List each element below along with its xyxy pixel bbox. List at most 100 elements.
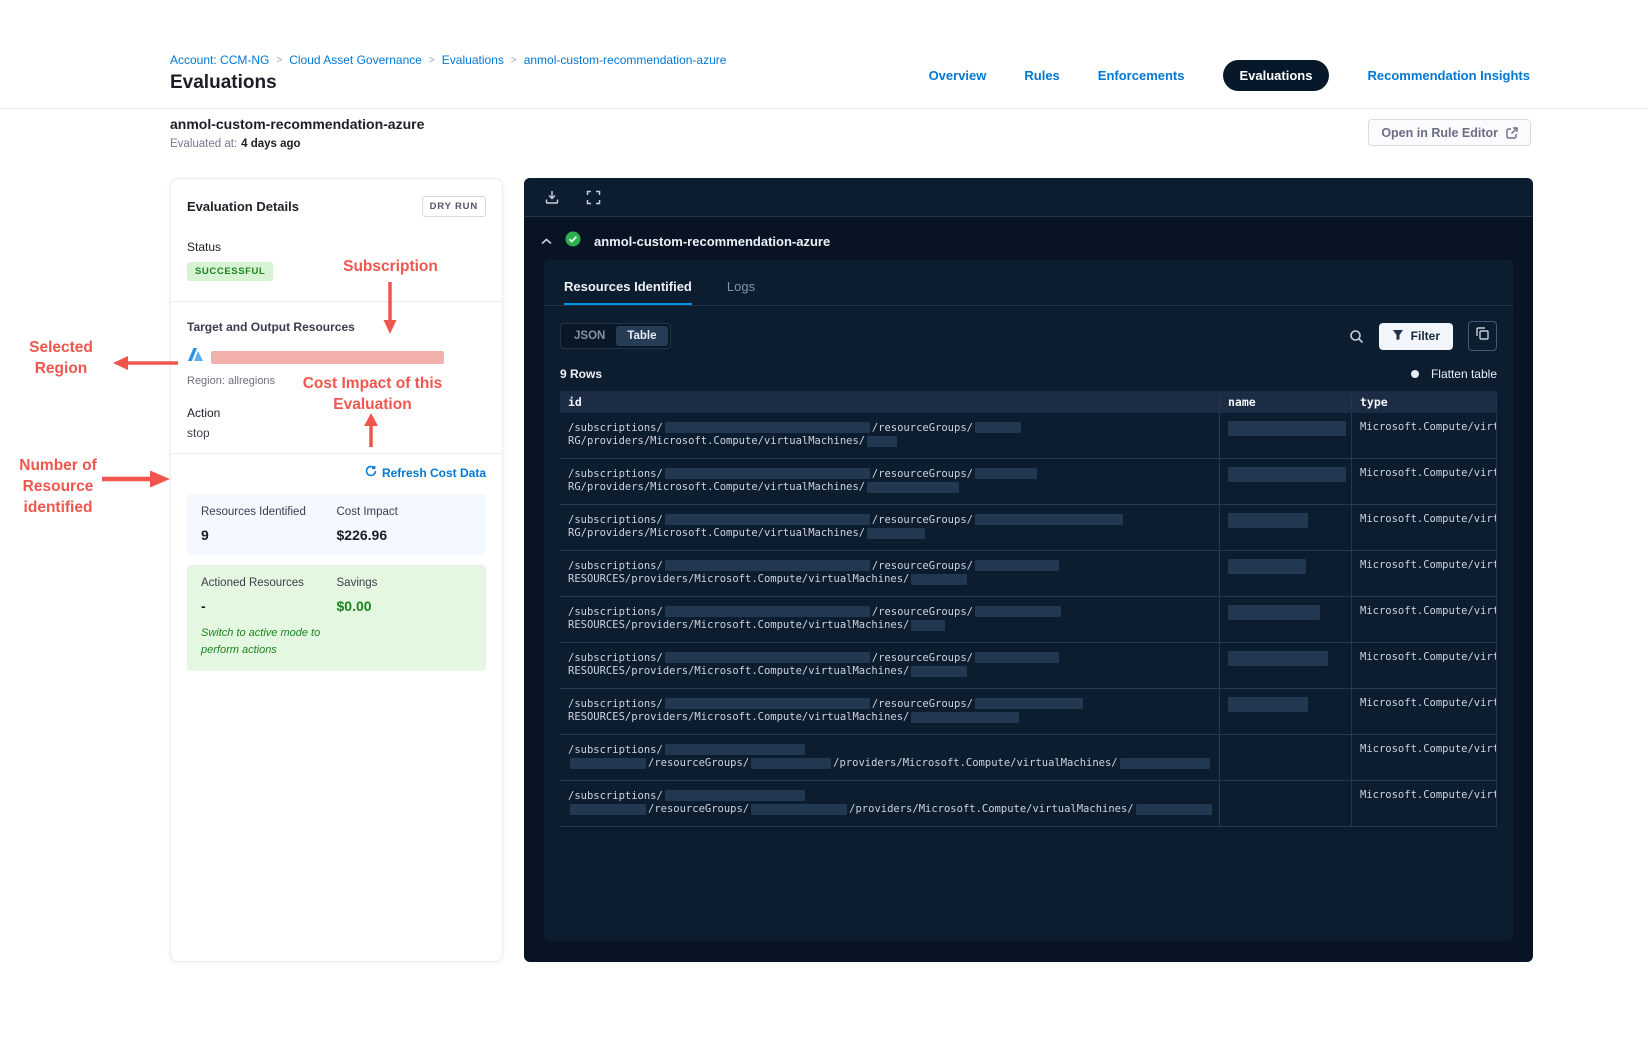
filter-icon bbox=[1392, 329, 1404, 344]
annotation-arrow-selected-region bbox=[113, 356, 178, 370]
results-toolbar bbox=[524, 178, 1533, 217]
savings-value: $0.00 bbox=[336, 598, 372, 614]
breadcrumb-item-governance[interactable]: Cloud Asset Governance bbox=[289, 53, 422, 67]
table-row[interactable]: /subscriptions//resourceGroups//provider… bbox=[560, 735, 1497, 781]
actioned-resources-value: - bbox=[201, 598, 206, 614]
status-label: Status bbox=[187, 240, 222, 254]
redacted-value bbox=[751, 803, 848, 815]
column-header-name[interactable]: name bbox=[1219, 395, 1351, 409]
filter-button[interactable]: Filter bbox=[1378, 322, 1453, 350]
copy-button[interactable] bbox=[1468, 321, 1497, 351]
header-divider bbox=[0, 108, 1648, 109]
redacted-value bbox=[974, 468, 1037, 480]
success-check-icon bbox=[565, 231, 581, 252]
results-tabs: Resources Identified Logs bbox=[544, 260, 1513, 306]
redacted-name bbox=[1228, 559, 1306, 574]
redacted-name bbox=[1228, 651, 1328, 666]
redacted-value bbox=[867, 435, 898, 447]
redacted-value bbox=[664, 422, 870, 434]
annotation-resource-count: Number of Resource identified bbox=[19, 457, 97, 516]
table-row[interactable]: /subscriptions//resourceGroups/RESOURCES… bbox=[560, 643, 1497, 689]
redacted-value bbox=[664, 744, 805, 756]
redacted-value bbox=[664, 698, 870, 710]
redacted-value bbox=[911, 573, 968, 585]
resources-identified-value: 9 bbox=[201, 527, 209, 543]
table-row[interactable]: /subscriptions//resourceGroups/RESOURCES… bbox=[560, 689, 1497, 735]
cost-impact-label: Cost Impact bbox=[336, 506, 398, 518]
copy-icon bbox=[1476, 327, 1489, 345]
azure-icon bbox=[187, 347, 204, 367]
table-row[interactable]: /subscriptions//resourceGroups/RESOURCES… bbox=[560, 551, 1497, 597]
tab-resources-identified[interactable]: Resources Identified bbox=[564, 279, 692, 305]
subscription-redacted-value bbox=[211, 350, 444, 364]
evaluation-details-card: Evaluation Details DRY RUN Status SUCCES… bbox=[170, 178, 503, 962]
results-table-body: /subscriptions//resourceGroups/RG/provid… bbox=[560, 413, 1497, 827]
page-title: Evaluations bbox=[170, 72, 277, 93]
column-header-id[interactable]: id bbox=[560, 395, 1219, 409]
annotation-subscription: Subscription bbox=[343, 258, 438, 275]
savings-label: Savings bbox=[336, 577, 378, 589]
evaluation-name: anmol-custom-recommendation-azure bbox=[170, 116, 425, 132]
redacted-value bbox=[867, 481, 960, 493]
redacted-value bbox=[974, 698, 1083, 710]
breadcrumb-item-account[interactable]: Account: CCM-NG bbox=[170, 53, 269, 67]
redacted-value bbox=[570, 803, 646, 815]
breadcrumb-item-current[interactable]: anmol-custom-recommendation-azure bbox=[524, 53, 727, 67]
tab-evaluations[interactable]: Evaluations bbox=[1222, 60, 1330, 91]
breadcrumb-separator: > bbox=[428, 54, 435, 66]
results-panel: anmol-custom-recommendation-azure Resour… bbox=[524, 178, 1533, 962]
results-table-header: id name type bbox=[560, 391, 1497, 413]
open-rule-editor-button[interactable]: Open in Rule Editor bbox=[1368, 119, 1531, 146]
resources-identified-label: Resources Identified bbox=[201, 506, 306, 518]
external-link-icon bbox=[1506, 126, 1518, 139]
evaluated-at-label: Evaluated at: bbox=[170, 138, 238, 150]
tab-enforcements[interactable]: Enforcements bbox=[1098, 68, 1185, 83]
redacted-name bbox=[1228, 421, 1346, 436]
resource-type: Microsoft.Compute/virtu bbox=[1351, 643, 1497, 688]
table-row[interactable]: /subscriptions//resourceGroups/RG/provid… bbox=[560, 505, 1497, 551]
annotation-arrow-subscription bbox=[383, 282, 397, 334]
open-rule-editor-label: Open in Rule Editor bbox=[1381, 125, 1498, 140]
tab-logs[interactable]: Logs bbox=[727, 279, 755, 305]
redacted-value bbox=[974, 560, 1059, 572]
redacted-value bbox=[974, 422, 1021, 434]
row-count: 9 Rows bbox=[560, 367, 603, 381]
search-icon[interactable] bbox=[1349, 329, 1364, 344]
resource-type: Microsoft.Compute/virtu bbox=[1351, 735, 1497, 780]
results-inner-panel: Resources Identified Logs JSON Table Fil… bbox=[544, 260, 1513, 941]
actioned-resources-label: Actioned Resources bbox=[201, 577, 304, 589]
resource-type: Microsoft.Compute/virtu bbox=[1351, 597, 1497, 642]
chevron-up-icon[interactable] bbox=[541, 238, 552, 245]
table-row[interactable]: /subscriptions//resourceGroups//provider… bbox=[560, 781, 1497, 827]
table-row[interactable]: /subscriptions//resourceGroups/RG/provid… bbox=[560, 459, 1497, 505]
refresh-icon bbox=[365, 465, 377, 480]
redacted-value bbox=[974, 514, 1123, 526]
refresh-label: Refresh Cost Data bbox=[381, 465, 486, 480]
view-toggle-json[interactable]: JSON bbox=[563, 326, 616, 346]
cost-impact-value: $226.96 bbox=[336, 527, 388, 543]
redacted-value bbox=[911, 619, 946, 631]
refresh-cost-data-link[interactable]: Refresh Cost Data bbox=[365, 465, 486, 480]
annotation-cost-impact: Cost Impact of this Evaluation bbox=[302, 375, 443, 413]
redacted-value bbox=[664, 652, 870, 664]
resource-type: Microsoft.Compute/virtu bbox=[1351, 551, 1497, 596]
redacted-value bbox=[911, 665, 968, 677]
download-icon[interactable] bbox=[544, 189, 560, 205]
flatten-table-radio[interactable] bbox=[1410, 370, 1419, 378]
breadcrumb-item-evaluations[interactable]: Evaluations bbox=[442, 53, 504, 67]
table-row[interactable]: /subscriptions//resourceGroups/RG/provid… bbox=[560, 413, 1497, 459]
column-header-type[interactable]: type bbox=[1351, 395, 1497, 409]
top-nav: Overview Rules Enforcements Evaluations … bbox=[929, 60, 1530, 91]
redacted-value bbox=[664, 790, 805, 802]
tab-recommendation-insights[interactable]: Recommendation Insights bbox=[1367, 68, 1530, 83]
redacted-name bbox=[1228, 697, 1308, 712]
view-toggle-table[interactable]: Table bbox=[616, 326, 668, 346]
tab-rules[interactable]: Rules bbox=[1024, 68, 1059, 83]
flatten-table-label: Flatten table bbox=[1430, 367, 1497, 381]
expand-icon[interactable] bbox=[586, 190, 601, 205]
page: Account: CCM-NG > Cloud Asset Governance… bbox=[0, 0, 1648, 1044]
table-row[interactable]: /subscriptions//resourceGroups/RESOURCES… bbox=[560, 597, 1497, 643]
annotation-arrow-resource-count bbox=[102, 470, 170, 488]
active-mode-note: Switch to active mode to perform actions bbox=[201, 627, 321, 657]
tab-overview[interactable]: Overview bbox=[929, 68, 987, 83]
